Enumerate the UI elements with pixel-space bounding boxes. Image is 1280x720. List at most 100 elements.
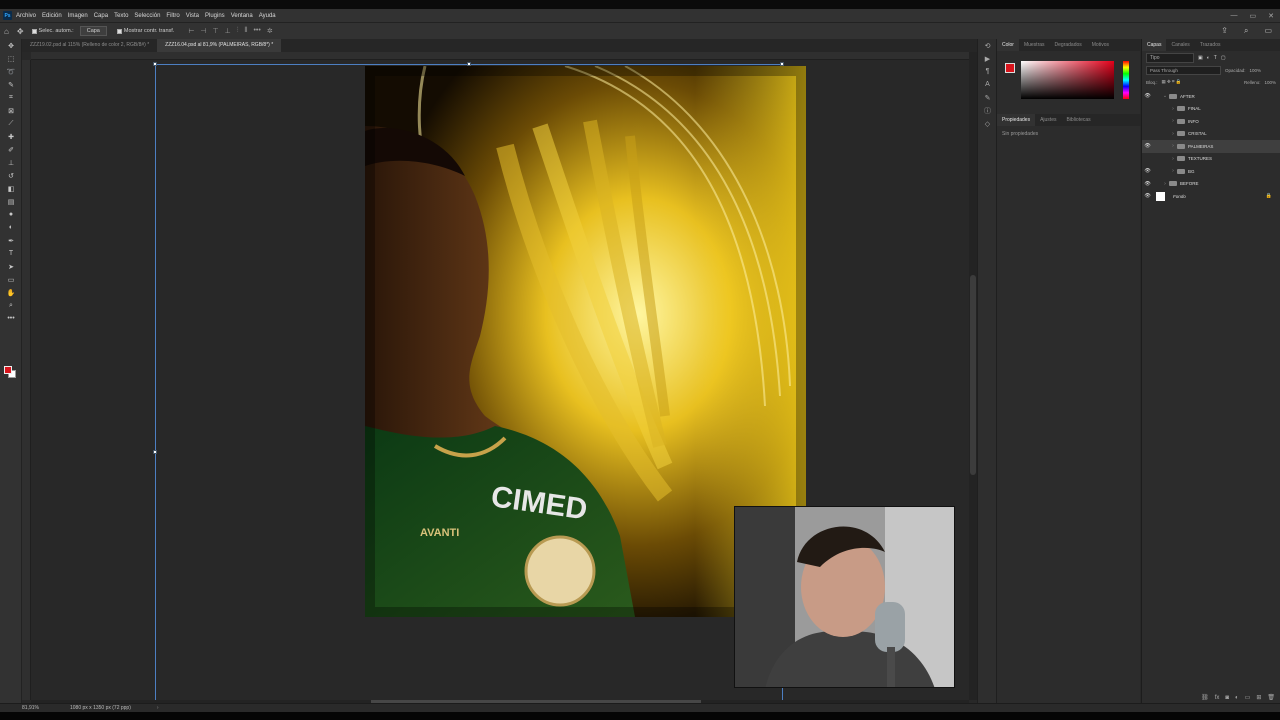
opacity-value[interactable]: 100% <box>1250 68 1262 73</box>
path-select-icon[interactable]: ➤ <box>0 260 22 273</box>
filter-pixel-icon[interactable]: ▣ <box>1198 55 1203 61</box>
expand-toggle-icon[interactable]: › <box>1169 156 1177 162</box>
expand-toggle-icon[interactable]: › <box>1169 118 1177 124</box>
blend-mode-dropdown[interactable]: Pass Through <box>1146 65 1221 75</box>
vertical-scroll-thumb[interactable] <box>970 275 976 475</box>
align-right-icon[interactable]: ⊤ <box>213 27 219 35</box>
fill-value[interactable]: 100% <box>1264 80 1276 85</box>
marquee-tool-icon[interactable]: ⬚ <box>0 52 22 65</box>
tab-properties[interactable]: Propiedades <box>997 114 1036 126</box>
filter-shape-icon[interactable]: ▢ <box>1221 55 1226 61</box>
align-top-icon[interactable]: ⊥ <box>225 27 231 35</box>
healing-tool-icon[interactable]: ✚ <box>0 130 22 143</box>
lock-icon[interactable]: 🔒 <box>1266 193 1272 199</box>
tab-zzz16[interactable]: ZZZ16.04.psd al 81,9% (PALMEIRAS, RGB/8*… <box>157 39 282 52</box>
paragraph-icon[interactable]: ¶ <box>978 65 997 78</box>
layer-row[interactable]: › TEXTURES <box>1142 153 1280 166</box>
move-tool-icon[interactable]: ✥ <box>17 27 24 36</box>
transform-handle[interactable] <box>153 62 157 66</box>
lock-icons[interactable]: ▦ ✥ ⌗ 🔒 <box>1162 79 1182 85</box>
layer-row[interactable]: 👁 ⌄ AFTER <box>1142 90 1280 103</box>
eraser-tool-icon[interactable]: ◧ <box>0 182 22 195</box>
tab-gradients[interactable]: Degradados <box>1050 39 1087 51</box>
show-transform-checkbox[interactable] <box>116 28 122 34</box>
layer-row[interactable]: 👁 Fondo 🔒 <box>1142 190 1280 203</box>
history-brush-icon[interactable]: ↺ <box>0 169 22 182</box>
shape-tool-icon[interactable]: ▭ <box>0 273 22 286</box>
layer-row[interactable]: › FINAL <box>1142 103 1280 116</box>
expand-toggle-icon[interactable]: › <box>1161 181 1169 187</box>
menu-ayuda[interactable]: Ayuda <box>259 13 276 19</box>
quick-select-tool-icon[interactable]: ✎ <box>0 78 22 91</box>
transform-handle[interactable] <box>153 450 157 454</box>
trash-icon[interactable]: 🗑 <box>1267 694 1275 701</box>
menu-plugins[interactable]: Plugins <box>205 13 225 19</box>
distribute-v-icon[interactable]: ⫴ <box>245 27 248 35</box>
layer-row[interactable]: › CRISTAL <box>1142 128 1280 141</box>
tab-swatches[interactable]: Muestras <box>1019 39 1050 51</box>
glyphs-icon[interactable]: ◇ <box>978 117 997 130</box>
link-layers-icon[interactable]: ⛓ <box>1201 694 1209 701</box>
menu-texto[interactable]: Texto <box>114 13 128 19</box>
autoselect-checkbox[interactable] <box>31 28 37 34</box>
align-left-icon[interactable]: ⊢ <box>188 27 194 35</box>
canvas-area[interactable]: CIMED AVANTI <box>31 60 969 704</box>
filter-type-icon[interactable]: T <box>1214 55 1217 61</box>
pen-tool-icon[interactable]: ✒ <box>0 234 22 247</box>
hand-tool-icon[interactable]: ✋ <box>0 286 22 299</box>
layer-row[interactable]: 👁 › BG <box>1142 165 1280 178</box>
stamp-tool-icon[interactable]: ⊥ <box>0 156 22 169</box>
expand-toggle-icon[interactable]: › <box>1169 168 1177 174</box>
dodge-tool-icon[interactable]: ◐ <box>0 221 22 234</box>
visibility-eye-icon[interactable]: 👁 <box>1142 181 1153 187</box>
menu-ventana[interactable]: Ventana <box>231 13 253 19</box>
brush-tool-icon[interactable]: ✐ <box>0 143 22 156</box>
status-expand-icon[interactable]: › <box>157 705 159 711</box>
vertical-scrollbar[interactable] <box>969 52 977 700</box>
menu-seleccion[interactable]: Selección <box>134 13 160 19</box>
actions-icon[interactable]: ▶ <box>978 52 997 65</box>
maximize-button[interactable]: ▭ <box>1250 12 1257 20</box>
menu-edicion[interactable]: Edición <box>42 13 62 19</box>
tab-adjustments[interactable]: Ajustes <box>1035 114 1061 126</box>
expand-toggle-icon[interactable]: › <box>1169 131 1177 137</box>
layer-filter-dropdown[interactable]: Tipo <box>1146 52 1194 63</box>
adjustment-layer-icon[interactable]: ◐ <box>1235 695 1239 701</box>
visibility-eye-icon[interactable]: 👁 <box>1142 143 1153 149</box>
visibility-eye-icon[interactable]: 👁 <box>1142 168 1153 174</box>
layer-row[interactable]: 👁 › PALMEIRAS <box>1142 140 1280 153</box>
hue-slider[interactable] <box>1123 61 1129 99</box>
character-icon[interactable]: A <box>978 78 997 91</box>
home-icon[interactable]: ⌂ <box>4 27 9 36</box>
tab-zzz19[interactable]: ZZZ19.02.psd al 115% (Relleno de color 2… <box>22 39 157 52</box>
layer-row[interactable]: › INFO <box>1142 115 1280 128</box>
expand-toggle-icon[interactable]: ⌄ <box>1161 93 1169 99</box>
tab-paths[interactable]: Trazados <box>1195 39 1226 51</box>
menu-archivo[interactable]: Archivo <box>16 13 36 19</box>
fg-color-chip[interactable] <box>1005 63 1015 73</box>
foreground-color-swatch[interactable] <box>4 366 12 374</box>
zoom-level[interactable]: 81,91% <box>22 705 68 711</box>
menu-filtro[interactable]: Filtro <box>166 13 179 19</box>
zoom-tool-icon[interactable]: ⌕ <box>0 299 22 312</box>
saturation-field[interactable] <box>1021 61 1114 99</box>
history-icon[interactable]: ⟲ <box>978 39 997 52</box>
expand-toggle-icon[interactable]: › <box>1169 143 1177 149</box>
more-tools-icon[interactable]: ••• <box>0 312 22 325</box>
tab-layers[interactable]: Capas <box>1142 39 1167 51</box>
menu-imagen[interactable]: Imagen <box>68 13 88 19</box>
share-icon[interactable]: ⇪ <box>1221 26 1228 35</box>
visibility-eye-icon[interactable]: 👁 <box>1142 193 1153 199</box>
crop-tool-icon[interactable]: ⌗ <box>0 91 22 104</box>
eyedropper-tool-icon[interactable]: ⟋ <box>0 117 22 130</box>
gradient-tool-icon[interactable]: ▤ <box>0 195 22 208</box>
distribute-icon[interactable]: ⫶ <box>237 27 239 35</box>
brushes-icon[interactable]: ✎ <box>978 91 997 104</box>
type-tool-icon[interactable]: T <box>0 247 22 260</box>
blur-tool-icon[interactable]: ● <box>0 208 22 221</box>
new-group-icon[interactable]: ▭ <box>1245 694 1251 701</box>
search-icon[interactable]: ⌕ <box>1244 26 1248 36</box>
close-window-button[interactable]: ✕ <box>1268 12 1274 20</box>
tab-patterns[interactable]: Motivos <box>1087 39 1114 51</box>
frame-tool-icon[interactable]: ⊠ <box>0 104 22 117</box>
